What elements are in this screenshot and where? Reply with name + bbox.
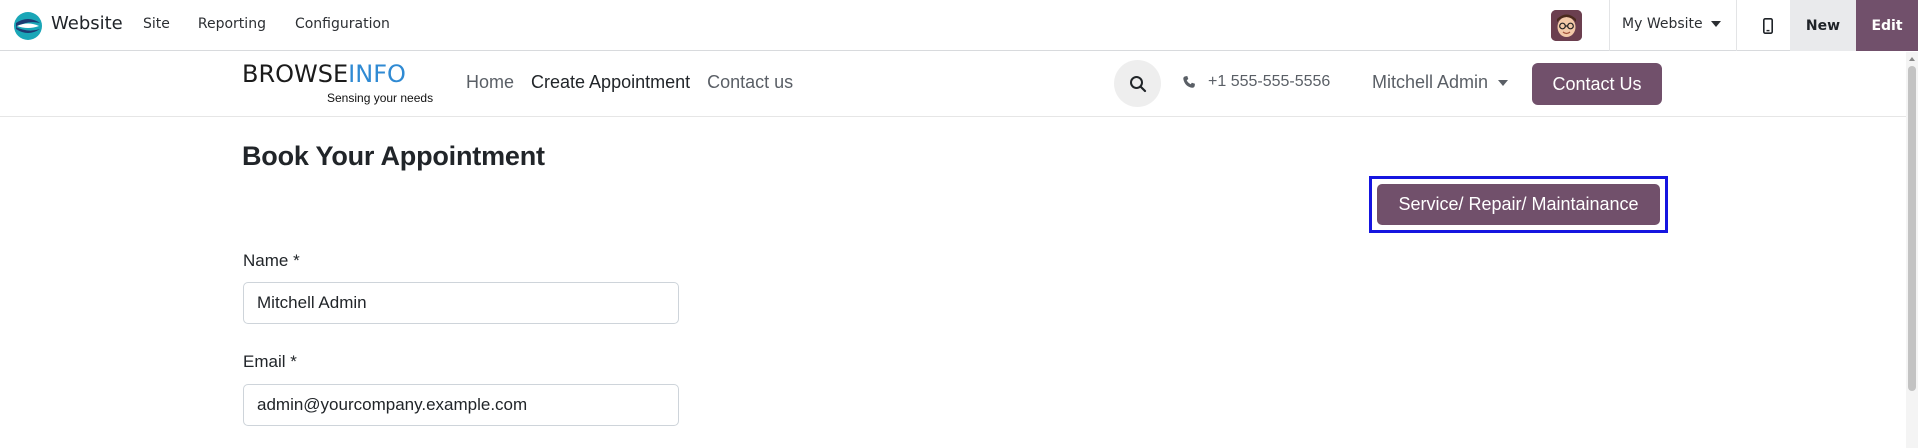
nav-contact-us[interactable]: Contact us <box>707 72 793 93</box>
scroll-up-arrow-icon[interactable] <box>1909 57 1915 61</box>
user-menu[interactable]: Mitchell Admin <box>1372 72 1509 93</box>
nav-home[interactable]: Home <box>466 72 514 93</box>
nav-create-appointment[interactable]: Create Appointment <box>531 72 690 93</box>
app-name[interactable]: Website <box>51 13 123 34</box>
user-name: Mitchell Admin <box>1372 72 1489 92</box>
email-field[interactable] <box>243 384 679 426</box>
edit-button[interactable]: Edit <box>1856 0 1918 51</box>
divider <box>1736 0 1737 51</box>
name-field[interactable] <box>243 282 679 324</box>
menu-reporting[interactable]: Reporting <box>198 16 266 32</box>
search-button[interactable] <box>1114 60 1161 107</box>
email-label: Email * <box>243 352 297 371</box>
website-selector-label: My Website <box>1622 16 1703 32</box>
page-title: Book Your Appointment <box>242 141 545 171</box>
service-repair-maintenance-button[interactable]: Service/ Repair/ Maintainance <box>1377 184 1660 225</box>
name-label: Name * <box>243 251 300 270</box>
website-app-icon[interactable] <box>13 11 43 41</box>
website-selector[interactable]: My Website <box>1622 16 1721 32</box>
phone-number: +1 555-555-5556 <box>1208 73 1331 90</box>
search-icon <box>1129 75 1146 92</box>
service-selection-highlight: Service/ Repair/ Maintainance <box>1369 176 1668 233</box>
avatar-face-icon <box>1551 10 1582 41</box>
brand-part-2: INFO <box>348 60 406 88</box>
contact-us-button[interactable]: Contact Us <box>1532 63 1662 105</box>
main-nav: Home Create Appointment Contact us <box>466 72 810 93</box>
mobile-icon <box>1762 17 1773 34</box>
website-header: BROWSEINFO Sensing your needs Home Creat… <box>0 52 1906 117</box>
user-avatar[interactable] <box>1551 10 1582 41</box>
divider <box>1609 0 1610 51</box>
menu-configuration[interactable]: Configuration <box>295 16 390 32</box>
brand-tagline: Sensing your needs <box>327 91 434 105</box>
phone-icon <box>1183 76 1195 88</box>
phone-link[interactable]: +1 555-555-5556 <box>1182 73 1330 91</box>
new-button[interactable]: New <box>1790 0 1856 51</box>
backend-top-bar: Website Site Reporting Configuration My … <box>0 0 1918 51</box>
chevron-down-icon <box>1498 79 1509 86</box>
brand-wordmark: BROWSEINFO <box>242 60 432 88</box>
scrollbar-thumb[interactable] <box>1908 66 1916 391</box>
chevron-down-icon <box>1710 21 1721 27</box>
menu-site[interactable]: Site <box>143 16 170 32</box>
brand-part-1: BROWSE <box>242 60 349 88</box>
brand-logo[interactable]: BROWSEINFO Sensing your needs <box>242 60 434 110</box>
backend-menu: Site Reporting Configuration <box>143 16 418 32</box>
mobile-preview-button[interactable] <box>1745 0 1790 51</box>
